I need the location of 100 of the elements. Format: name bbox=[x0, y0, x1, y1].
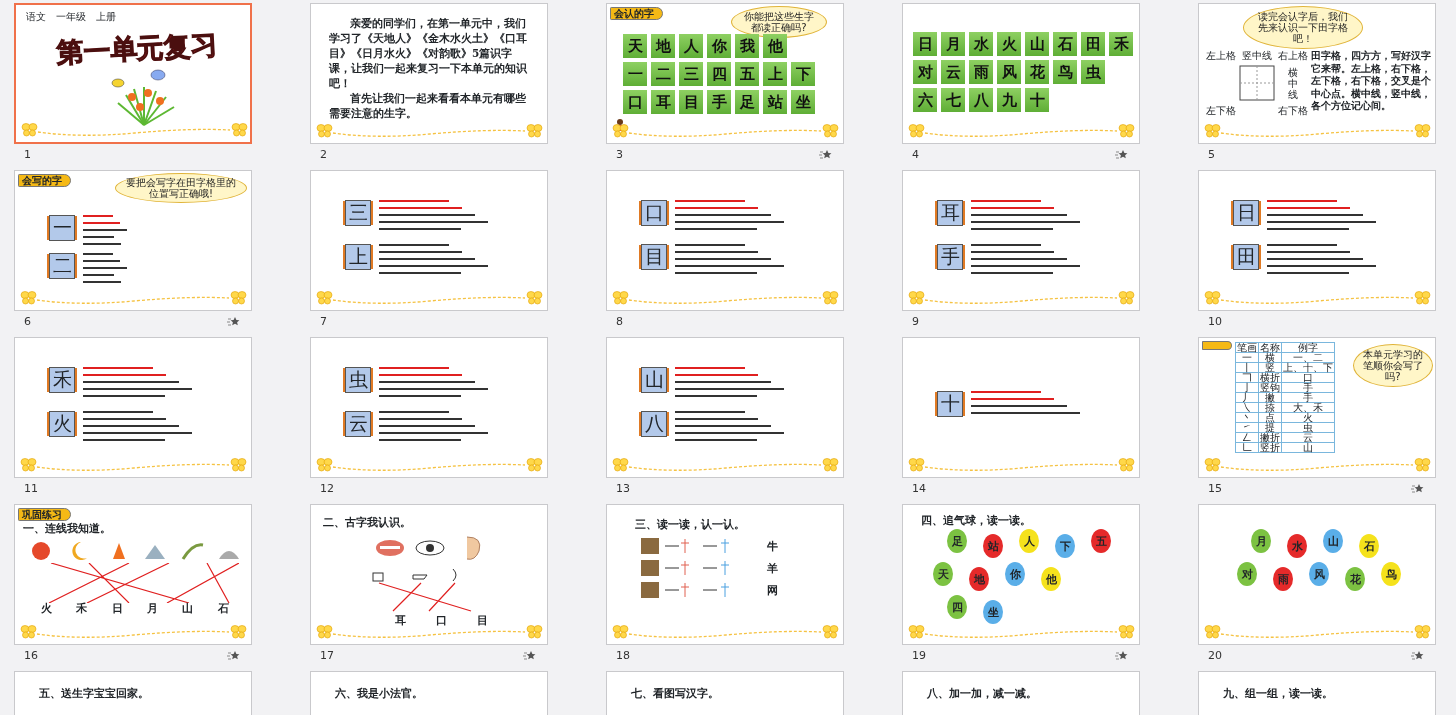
balloon: 地 bbox=[969, 567, 989, 591]
table-cell: 山 bbox=[1281, 442, 1335, 453]
slide-thumbnail[interactable]: 六、我是小法官。 bbox=[310, 671, 548, 715]
slide-number: 19 bbox=[912, 648, 926, 664]
balloon: 山 bbox=[1323, 529, 1343, 553]
slide-title: 第一单元复习 bbox=[55, 27, 219, 71]
slide-number: 8 bbox=[616, 314, 623, 330]
slide-thumbnail[interactable]: 语文 一年级 上册 第一单元复习 bbox=[14, 3, 252, 144]
balloon: 四 bbox=[947, 595, 967, 619]
character-tile: 我 bbox=[735, 34, 759, 58]
paragraph: 亲爱的同学们，在第一单元中，我们学习了《天地人》《金木水火土》《口耳目》《日月水火》《对韵歌》5篇识字课，让我们一起来复习一下本单元的知识吧！ bbox=[329, 16, 528, 91]
character-box: 十 bbox=[937, 390, 963, 417]
answer-character: 火 bbox=[41, 601, 53, 616]
slide-number: 10 bbox=[1208, 314, 1222, 330]
section-tag: 会写的字 bbox=[18, 174, 71, 187]
character-tile: 三 bbox=[679, 62, 703, 86]
character-box: 山 bbox=[641, 366, 667, 393]
exercise-title: 八、加一加，减一减。 bbox=[927, 686, 1037, 701]
slide-number: 1 bbox=[24, 147, 31, 163]
balloon: 对 bbox=[1237, 562, 1257, 586]
balloon: 风 bbox=[1309, 562, 1329, 586]
slide-header: 语文 一年级 上册 bbox=[26, 10, 116, 24]
slide-thumbnail[interactable]: 七、看图写汉字。 bbox=[606, 671, 844, 715]
speech-bubble: 要把会写字在田字格里的位置写正确哦! bbox=[115, 173, 247, 203]
slide-number: 7 bbox=[320, 314, 327, 330]
exercise-title: 三、读一读，认一认。 bbox=[635, 517, 745, 532]
slide-number: 11 bbox=[24, 481, 38, 497]
slide-thumbnail[interactable]: 八、加一加，减一减。 bbox=[902, 671, 1140, 715]
slide-thumbnail[interactable]: 日 月 水 火 山 石 田 禾 对 云 雨 风 花 鸟 虫 六 七 八 九 十 bbox=[902, 3, 1140, 144]
character-tile: 九 bbox=[997, 88, 1021, 112]
slide-thumbnail[interactable]: 亲爱的同学们，在第一单元中，我们学习了《天地人》《金木水火土》《口耳目》《日月水火》《对韵歌》5篇识字课，让我们一起来复习一下本单元的知识吧！ 首先让我们一起来看看本单元有哪些需要注意的生字。 bbox=[310, 3, 548, 144]
character-box: 虫 bbox=[345, 366, 371, 393]
character-box: 八 bbox=[641, 410, 667, 437]
slide-number: 3 bbox=[616, 147, 623, 163]
slide-number: 12 bbox=[320, 481, 334, 497]
answer-character: 网 bbox=[767, 582, 778, 598]
character-tile: 人 bbox=[679, 34, 703, 58]
character-tile: 雨 bbox=[969, 60, 993, 84]
slide-thumbnail[interactable]: 四、追气球，读一读。 足 站 人 下 五 天 地 你 他 四 坐 bbox=[902, 504, 1140, 645]
slide-thumbnail[interactable]: 禾 火 bbox=[14, 337, 252, 478]
character-box: 禾 bbox=[49, 366, 75, 393]
slide-thumbnail[interactable]: 读完会认字后，我们先来认识一下田字格吧！ 左上格 竖中线 右上格 横中线 左下格 右下格 田字格，四方方，写好汉字它来帮。左上格，右下格，左下格，右下格，交叉是个中心点。横中线，竖中线，各个方位记心间。 bbox=[1198, 3, 1436, 144]
exercise-title: 四、追气球，读一读。 bbox=[921, 513, 1031, 528]
table-cell: 手 bbox=[1281, 382, 1335, 393]
character-tile: 坐 bbox=[791, 90, 815, 114]
slide-thumbnail[interactable]: 二、古字我认识。 耳 口 目 bbox=[310, 504, 548, 645]
character-box: 火 bbox=[49, 410, 75, 437]
character-tile: 手 bbox=[707, 90, 731, 114]
exercise-title: 六、我是小法官。 bbox=[335, 686, 423, 701]
character-box: 日 bbox=[1233, 199, 1259, 226]
slide-thumbnail[interactable]: 十 bbox=[902, 337, 1140, 478]
slide-thumbnail[interactable]: 月 水 山 石 对 雨 风 花 鸟 bbox=[1198, 504, 1436, 645]
slide-thumbnail[interactable]: 山 八 bbox=[606, 337, 844, 478]
balloon: 五 bbox=[1091, 529, 1111, 553]
balloon: 鸟 bbox=[1381, 562, 1401, 586]
slide-number: 20 bbox=[1208, 648, 1222, 664]
table-cell: 𠃊 bbox=[1235, 442, 1259, 453]
balloon: 花 bbox=[1345, 567, 1365, 591]
slide-thumbnail[interactable]: 耳 手 bbox=[902, 170, 1140, 311]
paragraph: 首先让我们一起来看看本单元有哪些需要注意的生字。 bbox=[329, 91, 527, 121]
answer-character: 牛 bbox=[767, 538, 778, 554]
slide-thumbnail[interactable]: 会认的字 你能把这些生字都读正确吗? 天 地 人 你 我 他 一 二 三 四 五 上 下 口 耳 目 手 足 站 坐 bbox=[606, 3, 844, 144]
table-cell: 横 bbox=[1258, 352, 1282, 363]
slide-thumbnail[interactable]: 五、送生字宝宝回家。 bbox=[14, 671, 252, 715]
slide-thumbnail[interactable]: 口 目 bbox=[606, 170, 844, 311]
answer-character: 禾 bbox=[76, 601, 88, 616]
slide-number: 14 bbox=[912, 481, 926, 497]
slide-number: 4 bbox=[912, 147, 919, 163]
balloon: 站 bbox=[983, 534, 1003, 558]
grid-label: 竖中线 bbox=[1242, 49, 1272, 63]
small-text-drawing bbox=[83, 252, 127, 283]
character-box: 口 bbox=[641, 199, 667, 226]
slide-thumbnail[interactable]: 巩固练习 一、连线我知道。 火 禾 日 月 山 石 bbox=[14, 504, 252, 645]
character-box: 三 bbox=[345, 199, 371, 226]
table-cell: 𠃋 bbox=[1235, 432, 1259, 443]
table-cell: 丿 bbox=[1235, 392, 1259, 403]
slide-thumbnail[interactable]: 日 田 bbox=[1198, 170, 1436, 311]
slide-number: 18 bbox=[616, 648, 630, 664]
slide-thumbnail[interactable]: 本单元学习的笔顺你会写了吗? 笔画 名称 例字 一 横 一、二 丨 竖 上、十、下 𠃍 横折 口 亅 竖钩 手 丿 撇 手 ㇏ 捺 大、禾 丶 点 火 ㇀ 提 虫 𠃋 撇折 云 𠃊 竖折 山 bbox=[1198, 337, 1436, 478]
slide-thumbnail[interactable]: 三 上 bbox=[310, 170, 548, 311]
table-cell: ㇏ bbox=[1235, 402, 1259, 413]
answer-character: 石 bbox=[217, 601, 229, 616]
rhyme-text: 田字格，四方方，写好汉字它来帮。左上格，右下格，左下格，右下格，交叉是个中心点。横中线，竖中线，各个方位记心间。 bbox=[1311, 50, 1432, 113]
balloon: 石 bbox=[1359, 534, 1379, 558]
character-tile: 对 bbox=[913, 60, 937, 84]
slide-number: 9 bbox=[912, 314, 919, 330]
slide-thumbnail[interactable]: 三、读一读，认一认。 牛 羊 网 bbox=[606, 504, 844, 645]
balloon: 足 bbox=[947, 529, 967, 553]
slide-thumbnail[interactable]: 九、组一组，读一读。 bbox=[1198, 671, 1436, 715]
table-cell: 𠃍 bbox=[1235, 372, 1259, 383]
grid-label: 左上格 bbox=[1206, 49, 1236, 63]
character-tile: 六 bbox=[913, 88, 937, 112]
answer-character: 月 bbox=[147, 601, 159, 616]
character-tile: 目 bbox=[679, 90, 703, 114]
character-box: 田 bbox=[1233, 243, 1259, 270]
slide-thumbnail[interactable]: 会写的字 要把会写字在田字格里的位置写正确哦! 一 二 bbox=[14, 170, 252, 311]
table-cell: 一、二 bbox=[1281, 352, 1335, 363]
slide-thumbnail[interactable]: 虫 云 bbox=[310, 337, 548, 478]
character-tile: 禾 bbox=[1109, 32, 1133, 56]
table-cell: 口 bbox=[1281, 372, 1335, 383]
